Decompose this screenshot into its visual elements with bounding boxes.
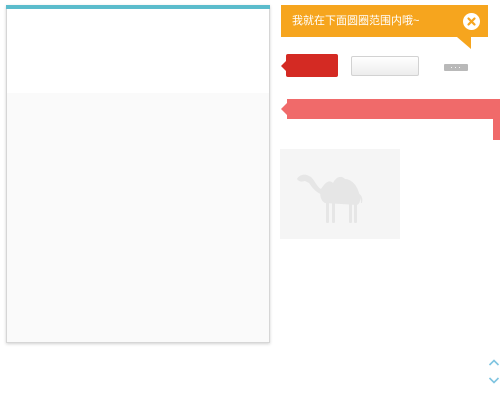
tooltip-pointer <box>457 37 471 49</box>
chevron-up-icon[interactable] <box>488 354 500 372</box>
close-icon[interactable] <box>463 13 480 30</box>
salmon-banner <box>281 99 500 119</box>
card-header <box>7 9 269 93</box>
salmon-banner-tab <box>493 119 500 140</box>
more-icon: ··· <box>450 62 462 72</box>
tooltip-text: 我就在下面圆圈范围内哦~ <box>292 15 420 27</box>
camel-icon <box>297 174 363 223</box>
hint-tooltip: 我就在下面圆圈范围内哦~ <box>281 5 488 49</box>
content-card <box>6 5 270 343</box>
card-body <box>7 93 269 342</box>
plain-button[interactable] <box>351 56 419 76</box>
image-placeholder <box>280 149 400 239</box>
red-tag-button[interactable] <box>281 54 338 77</box>
chevron-down-icon[interactable] <box>488 372 500 390</box>
more-button[interactable]: ··· <box>444 62 468 72</box>
